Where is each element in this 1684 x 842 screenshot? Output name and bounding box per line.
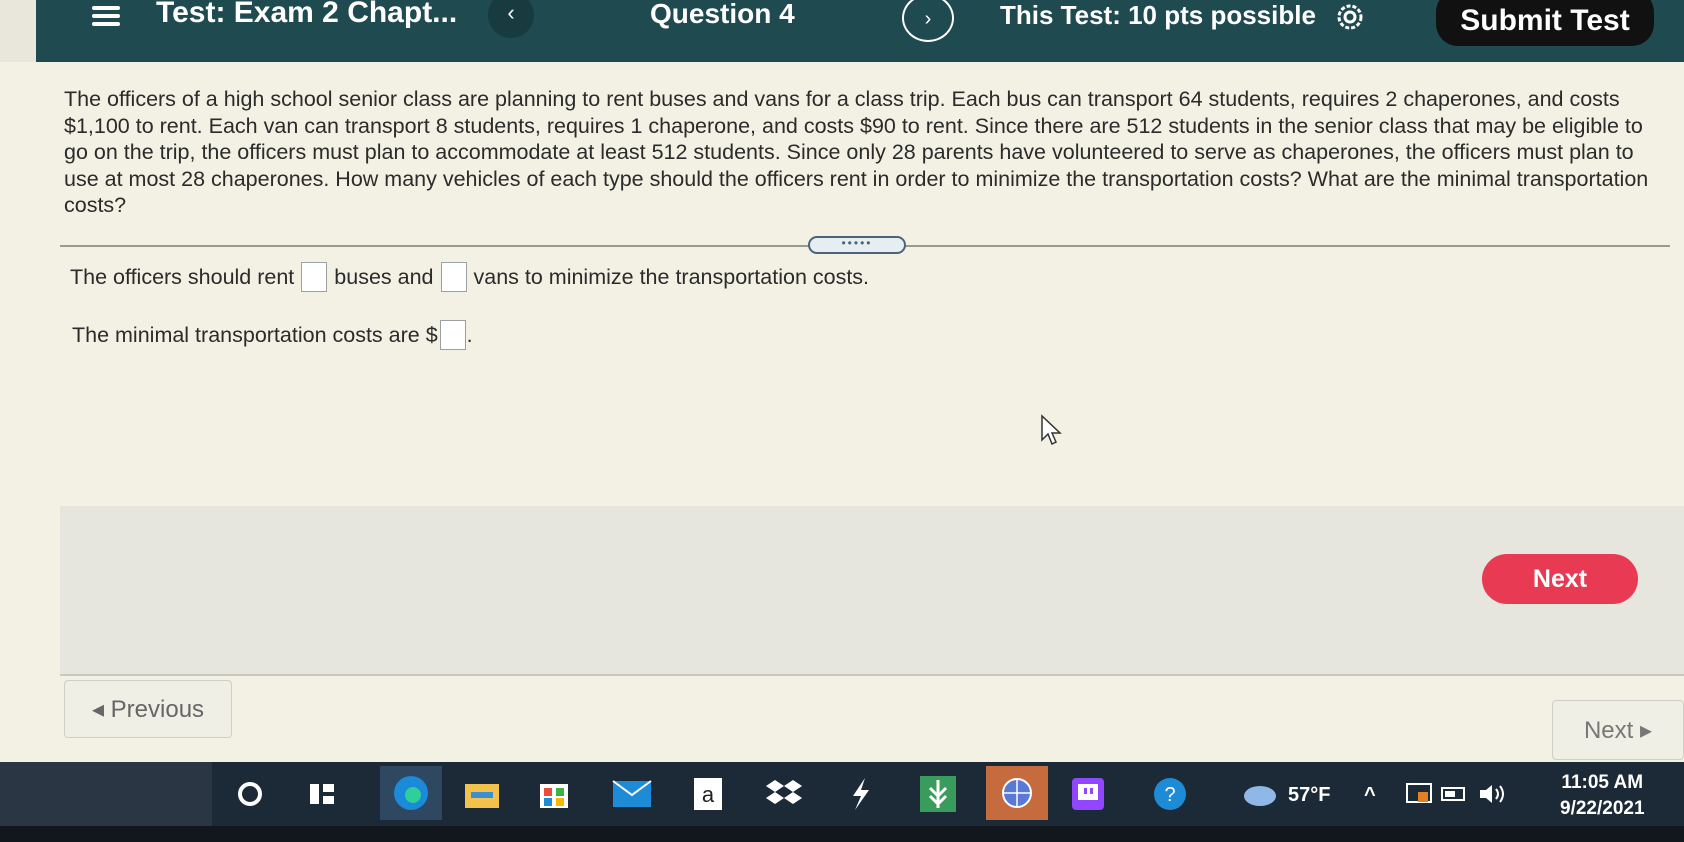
answer-text-1: The officers should rent <box>70 264 295 289</box>
submit-test-button[interactable]: Submit Test <box>1436 0 1654 46</box>
leaf-app-icon[interactable] <box>916 772 960 816</box>
system-clock[interactable]: 11:05 AM 9/22/2021 <box>1560 770 1645 822</box>
mouse-cursor-icon <box>1041 414 1062 446</box>
answer-text-2: buses and <box>334 264 434 289</box>
top-header-bar: Test: Exam 2 Chapt... ‹ Question 4 › Thi… <box>0 0 1684 62</box>
volume-icon[interactable] <box>1476 772 1510 816</box>
amazon-icon[interactable]: a <box>686 772 730 816</box>
answer-text-4: The minimal transportation costs are $ <box>72 322 438 347</box>
footer-divider <box>60 674 1684 676</box>
answer-line-vehicles: The officers should rent buses and vans … <box>70 262 869 292</box>
next-button[interactable]: Next <box>1482 554 1638 604</box>
clock-time: 11:05 AM <box>1561 772 1644 793</box>
header-left-edge <box>0 0 36 62</box>
menu-icon[interactable] <box>92 6 120 28</box>
mail-icon[interactable] <box>610 772 654 816</box>
points-label: This Test: 10 pts possible <box>1000 0 1316 30</box>
twitch-icon[interactable] <box>1066 772 1110 816</box>
tray-app-icon[interactable] <box>1404 772 1434 816</box>
cost-input[interactable] <box>439 320 466 350</box>
task-view-icon[interactable] <box>300 772 344 816</box>
store-icon[interactable] <box>532 772 576 816</box>
globe-icon[interactable] <box>986 766 1048 820</box>
answer-line-cost: The minimal transportation costs are $ . <box>72 320 473 350</box>
dropbox-icon[interactable] <box>762 772 806 816</box>
previous-question-button[interactable]: ‹ <box>488 0 534 38</box>
gear-icon[interactable] <box>1333 0 1367 34</box>
expand-handle[interactable]: ••••• <box>808 236 906 254</box>
weather-temp[interactable]: 57°F <box>1288 784 1330 807</box>
clock-date: 9/22/2021 <box>1560 798 1645 819</box>
battery-icon[interactable] <box>1440 772 1470 816</box>
vans-input[interactable] <box>440 262 467 292</box>
buses-input[interactable] <box>301 262 328 292</box>
previous-button[interactable]: ◂ Previous <box>64 680 232 738</box>
help-icon[interactable]: ? <box>1148 772 1192 816</box>
test-title: Test: Exam 2 Chapt... <box>156 0 458 29</box>
answer-text-5: . <box>466 322 473 347</box>
next-question-button[interactable]: › <box>902 0 954 42</box>
question-text: The officers of a high school senior cla… <box>64 87 1649 217</box>
cortana-icon[interactable] <box>228 772 272 816</box>
svg-text:?: ? <box>1164 784 1175 806</box>
edge-icon[interactable] <box>380 766 442 820</box>
chevron-up-icon[interactable]: ^ <box>1364 784 1376 807</box>
svg-text:a: a <box>702 782 715 807</box>
windows-taskbar: a ? 57°F ^ 11:05 AM 9/22/2021 <box>0 762 1684 842</box>
next-bottom-button[interactable]: Next ▸ <box>1552 700 1684 760</box>
screen-bezel <box>0 826 1684 842</box>
question-footer-panel <box>60 506 1684 676</box>
file-explorer-icon[interactable] <box>460 772 504 816</box>
weather-cloud-icon[interactable] <box>1238 772 1282 816</box>
question-number: Question 4 <box>650 0 795 29</box>
answer-text-3: vans to minimize the transportation cost… <box>473 264 870 289</box>
app-icon[interactable] <box>838 772 882 816</box>
taskbar-search-area[interactable] <box>0 762 212 826</box>
